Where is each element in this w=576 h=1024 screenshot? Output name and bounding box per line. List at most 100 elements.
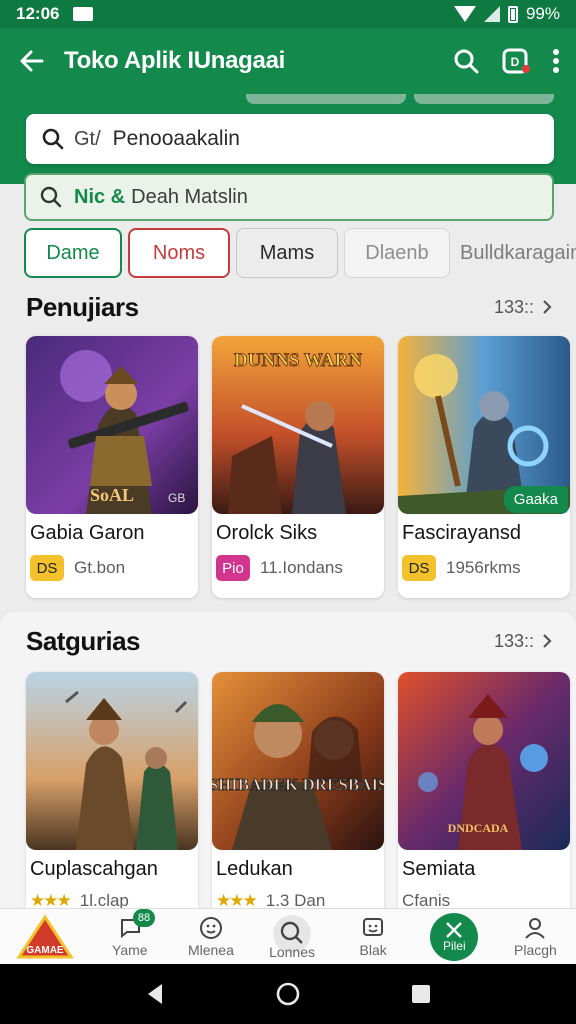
- search-prefix: Gt/: [74, 127, 101, 150]
- app-thumbnail: SoAL GB: [26, 336, 198, 514]
- see-more-count: 133::: [493, 296, 534, 317]
- section-header: Penujiars 133::: [26, 290, 552, 324]
- see-more-link[interactable]: 133::: [494, 297, 552, 318]
- chip-game[interactable]: Dame: [24, 228, 122, 278]
- game-art-image: DNDCADA: [398, 672, 570, 850]
- nav-label: Placgh: [514, 941, 557, 958]
- svg-text:D: D: [511, 55, 520, 69]
- chip-mams[interactable]: Mams: [236, 228, 338, 278]
- app-card[interactable]: Gaaka Fascirayansd DS 1956rkms: [398, 336, 570, 598]
- swords-icon: [446, 921, 463, 938]
- more-options-icon[interactable]: [552, 48, 560, 74]
- app-name: Fascirayansd: [402, 522, 521, 544]
- nav-store-home[interactable]: GAMAE: [0, 909, 89, 964]
- game-art-image: [26, 672, 198, 850]
- app-card[interactable]: Cuplascahgan ★★★ 1l.clap: [26, 672, 198, 934]
- app-name: Ledukan: [216, 858, 293, 880]
- nav-label: Mlenea: [187, 941, 234, 958]
- chip-noms[interactable]: Noms: [128, 228, 230, 278]
- app-name: Gabia Garon: [30, 522, 145, 544]
- rating-badge: DS: [402, 555, 436, 581]
- art-logo-text: DNDCADA: [448, 821, 509, 835]
- nav-label: Blak: [359, 941, 387, 958]
- system-back-icon[interactable]: [144, 982, 166, 1006]
- category-chips: Dame Noms Mams Dlaenb Bulldkaragain: [24, 228, 576, 278]
- app-meta: DS Gt.bon: [30, 555, 125, 581]
- filter-search-box[interactable]: Nic & Deah Matslin: [24, 173, 554, 221]
- art-logo-text: SHIBADEK DRESBAIS: [212, 775, 384, 794]
- battery-percent: 99%: [525, 4, 560, 23]
- status-icons: 99%: [453, 4, 560, 24]
- section-title: Satgurias: [26, 625, 141, 656]
- search-icon[interactable]: [452, 47, 480, 75]
- search-icon: [42, 128, 64, 150]
- search-box[interactable]: Gt/: [26, 114, 554, 164]
- status-bar: 12:06 99%: [0, 0, 576, 28]
- rating-badge: DS: [30, 555, 64, 581]
- game-art-image: DUNNS WARN: [212, 336, 384, 514]
- app-meta-text: 11.Iondans: [260, 558, 343, 577]
- nav-badge: 88: [133, 909, 156, 927]
- system-navigation-bar: [0, 964, 576, 1024]
- chip-bulldkaragain[interactable]: Bulldkaragain: [456, 228, 576, 278]
- app-card[interactable]: SHIBADEK DRESBAIS Ledukan ★★★ 1.3 Dan: [212, 672, 384, 934]
- smile-box-icon: [363, 917, 384, 936]
- app-name: Orolck Siks: [216, 522, 318, 544]
- app-meta: DS 1956rkms: [402, 555, 521, 581]
- app-bar: Toko Aplik IUnagaai D: [0, 28, 576, 94]
- game-art-image: SoAL GB: [26, 336, 198, 514]
- face-icon: [199, 916, 222, 939]
- app-meta: Pio 11.Iondans: [216, 555, 343, 581]
- see-more-link[interactable]: 133::: [494, 631, 552, 652]
- app-thumbnail: DUNNS WARN: [212, 336, 384, 514]
- nav-placgh[interactable]: Placgh: [495, 909, 576, 964]
- filter-accent-text: Nic &: [74, 185, 126, 208]
- art-corner-text: GB: [168, 491, 185, 505]
- system-home-icon[interactable]: [275, 981, 301, 1007]
- section-title: Penujiars: [26, 291, 139, 322]
- nav-mlenea[interactable]: Mlenea: [170, 909, 251, 964]
- downloads-icon[interactable]: D: [500, 45, 532, 77]
- app-name: Semiata: [402, 858, 476, 880]
- nav-pilei[interactable]: Pilei: [414, 909, 495, 964]
- back-arrow-icon: [20, 50, 44, 72]
- tag-badge: Gaaka: [503, 486, 568, 513]
- art-logo-text: DUNNS WARN: [234, 350, 362, 371]
- back-button[interactable]: [0, 47, 64, 75]
- ghost-tab: [414, 94, 554, 104]
- battery-icon: [507, 5, 518, 23]
- nav-label: Pilei: [442, 938, 466, 953]
- nav-lonnes[interactable]: Lonnes: [251, 909, 332, 964]
- app-name: Cuplascahgan: [30, 858, 158, 880]
- store-logo-icon: GAMAE: [15, 913, 74, 958]
- app-thumbnail: DNDCADA: [398, 672, 570, 850]
- nav-yame[interactable]: 88 Yame: [89, 909, 170, 964]
- nav-label: Yame: [112, 941, 148, 958]
- art-logo-text: SoAL: [90, 485, 134, 505]
- app-meta-text: 1956rkms: [446, 558, 521, 577]
- rating-badge: Pio: [216, 555, 250, 581]
- app-card[interactable]: DNDCADA Semiata Cfanis: [398, 672, 570, 934]
- mail-notification-icon: [73, 7, 94, 21]
- bottom-navigation: GAMAE 88 Yame Mlenea Lonnes Blak Pilei P…: [0, 908, 576, 964]
- see-more-count: 133::: [493, 630, 534, 651]
- wifi-icon: [453, 6, 476, 22]
- nav-active-circle: Pilei: [430, 912, 479, 961]
- app-meta-text: Gt.bon: [74, 558, 126, 577]
- person-icon: [525, 917, 546, 939]
- chip-dlaenb[interactable]: Dlaenb: [344, 228, 450, 278]
- game-art-image: SHIBADEK DRESBAIS: [212, 672, 384, 850]
- app-card[interactable]: DUNNS WARN Orolck Siks Pio 11.Iondans: [212, 336, 384, 598]
- system-recents-icon[interactable]: [410, 983, 432, 1005]
- app-card[interactable]: SoAL GB Gabia Garon DS Gt.bon: [26, 336, 198, 598]
- ghost-tab: [246, 94, 406, 104]
- app-thumbnail: [26, 672, 198, 850]
- app-title: Toko Aplik IUnagaai: [64, 47, 285, 74]
- search-input[interactable]: [112, 127, 553, 151]
- chevron-right-icon: [543, 300, 552, 314]
- app-thumbnail: SHIBADEK DRESBAIS: [212, 672, 384, 850]
- signal-icon: [483, 6, 500, 22]
- chevron-right-icon: [543, 634, 552, 648]
- search-icon: [40, 186, 62, 208]
- nav-blak[interactable]: Blak: [333, 909, 414, 964]
